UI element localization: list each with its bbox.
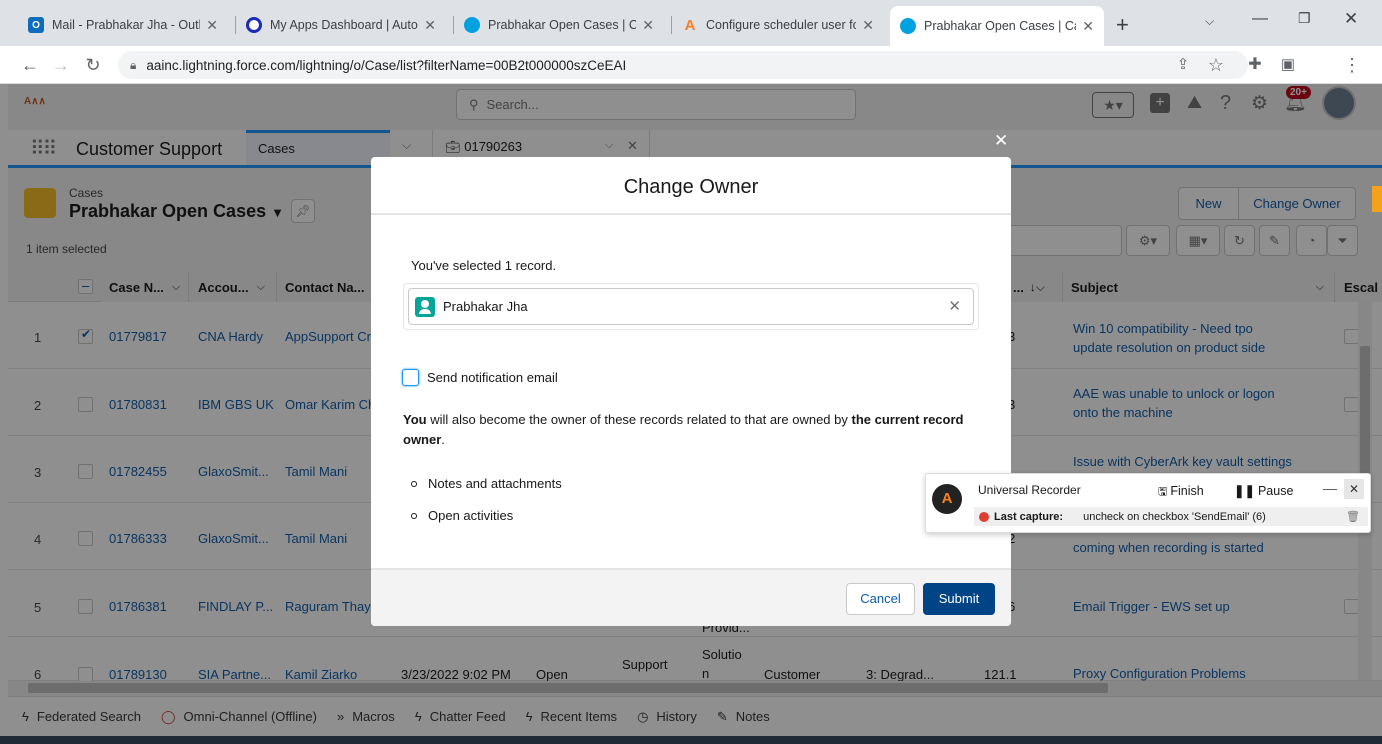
forward-icon[interactable]: → <box>50 54 72 76</box>
close-modal-icon[interactable]: ✕ <box>994 131 1008 151</box>
record-dot-icon <box>979 511 989 522</box>
close-tab-icon[interactable]: ✕ <box>862 17 874 34</box>
share-icon[interactable]: ⇪ <box>1172 54 1194 76</box>
salesforce-cloud-icon <box>464 17 480 33</box>
close-tab-icon[interactable]: ✕ <box>1082 18 1094 35</box>
bullet-icon <box>411 480 417 487</box>
tab-search-icon[interactable]: ⌵ <box>1205 14 1214 29</box>
browser-tab-aa-docs[interactable]: A Configure scheduler user for ✕ <box>672 8 884 42</box>
pause-button[interactable]: ❚❚ Pause <box>1234 483 1293 498</box>
bullet-icon <box>411 512 417 519</box>
change-owner-modal: Change Owner You've selected 1 record. P… <box>371 157 1011 626</box>
taskbar-strip <box>0 736 1382 744</box>
submit-button[interactable]: Submit <box>923 583 995 615</box>
clear-selection-icon[interactable]: ✕ <box>948 297 961 315</box>
owner-lookup-wrapper: Prabhakar Jha ✕ <box>403 283 979 330</box>
side-panel-icon[interactable]: ▣ <box>1277 54 1299 76</box>
list-item: Notes and attachments <box>411 476 562 491</box>
send-notification-checkbox[interactable] <box>402 369 419 386</box>
finish-button[interactable]: 🖫︎ Finish <box>1158 483 1204 502</box>
browser-tab-active[interactable]: Prabhakar Open Cases | Cases ✕ <box>890 6 1104 46</box>
send-notification-label: Send notification email <box>427 370 558 385</box>
user-icon <box>415 296 435 317</box>
side-tab-marker[interactable] <box>1372 186 1382 212</box>
browser-menu-icon[interactable]: ⋮ <box>1341 54 1363 76</box>
back-icon[interactable]: ← <box>19 54 41 76</box>
browser-tab-strip: O Mail - Prabhakar Jha - Outlook ✕ My Ap… <box>0 0 1382 46</box>
modal-title: Change Owner <box>371 157 1011 215</box>
close-window-icon[interactable]: ✕ <box>1344 9 1358 29</box>
close-icon[interactable]: ✕ <box>1344 479 1364 499</box>
ownership-info-text: You will also become the owner of these … <box>403 412 964 447</box>
pause-icon: ❚❚ <box>1234 484 1255 498</box>
recorder-title: Universal Recorder <box>978 483 1081 497</box>
new-tab-icon[interactable]: + <box>1116 12 1129 38</box>
modal-footer: Cancel Submit <box>371 568 1011 626</box>
universal-recorder-widget: A Universal Recorder 🖫︎ Finish ❚❚ Pause — … <box>925 473 1371 533</box>
browser-tab-salesforce[interactable]: Prabhakar Open Cases | Cases ✕ <box>454 8 664 42</box>
salesforce-cloud-icon <box>900 18 916 34</box>
browser-tab-okta[interactable]: My Apps Dashboard | Automation Anywhere … <box>236 8 446 42</box>
automation-anywhere-icon: A <box>932 484 962 514</box>
owner-lookup-pill[interactable]: Prabhakar Jha ✕ <box>408 288 974 325</box>
last-capture-row: Last capture: uncheck on checkbox 'SendE… <box>974 507 1368 526</box>
close-tab-icon[interactable]: ✕ <box>424 17 436 34</box>
outlook-icon: O <box>28 17 44 33</box>
bookmark-star-icon[interactable]: ☆ <box>1205 54 1227 76</box>
url-bar[interactable]: 🔒︎ aainc.lightning.force.com/lightning/o… <box>118 51 1248 79</box>
maximize-icon[interactable]: ❐ <box>1298 10 1311 27</box>
close-tab-icon[interactable]: ✕ <box>642 17 654 34</box>
browser-tab-outlook[interactable]: O Mail - Prabhakar Jha - Outlook ✕ <box>18 8 228 42</box>
trash-icon[interactable]: 🗑︎ <box>1346 510 1360 523</box>
selected-count-text: You've selected 1 record. <box>411 258 557 273</box>
reload-icon[interactable]: ↻ <box>82 54 104 76</box>
list-item: Open activities <box>411 508 513 523</box>
lock-icon: 🔒︎ <box>130 57 137 72</box>
close-tab-icon[interactable]: ✕ <box>206 17 218 34</box>
extensions-icon[interactable]: ✚ <box>1244 54 1266 76</box>
automation-anywhere-icon: A <box>684 16 696 34</box>
okta-icon <box>246 17 262 33</box>
cancel-button[interactable]: Cancel <box>846 583 915 615</box>
minimize-icon[interactable]: — <box>1323 480 1337 496</box>
address-bar-row: ← → ↻ 🔒︎ aainc.lightning.force.com/light… <box>0 46 1382 117</box>
save-icon: 🖫︎ <box>1158 486 1168 498</box>
minimize-icon[interactable]: — <box>1252 10 1268 28</box>
